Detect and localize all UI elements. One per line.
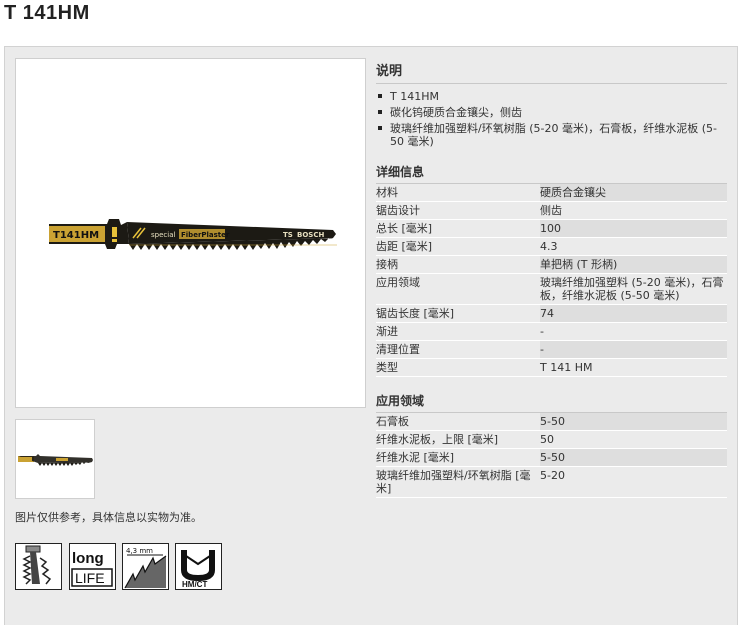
long-life-icon: long LIFE <box>69 543 116 590</box>
page-title: T 141HM <box>4 2 90 24</box>
tooth-pitch-icon: 4,3 mm <box>122 543 169 590</box>
image-disclaimer: 图片仅供参考，具体信息以实物为准。 <box>15 511 202 524</box>
svg-text:4,3 mm: 4,3 mm <box>126 547 153 555</box>
spec-value: 玻璃纤维加强塑料 (5-20 毫米)，石膏板，纤维水泥板 (5-50 毫米) <box>540 276 724 302</box>
spec-key: 石膏板 <box>376 413 540 431</box>
table-row: 石膏板 5-50 <box>376 413 727 431</box>
spec-value: 5-50 <box>540 448 727 467</box>
table-row: 锯齿设计 侧齿 <box>376 202 727 220</box>
table-row: 锯齿长度 [毫米] 74 <box>376 304 727 323</box>
product-main-image[interactable]: T141HM special FiberPlaster TS BOSCH <box>15 58 366 408</box>
spec-key: 类型 <box>376 361 398 374</box>
table-row: 清理位置 - <box>376 340 727 359</box>
spec-key: 齿距 [毫米] <box>376 240 433 253</box>
spec-key: 锯齿设计 <box>376 204 420 217</box>
spec-value: 硬质合金镶尖 <box>540 184 727 202</box>
svg-text:long: long <box>72 550 104 567</box>
spec-key: 接柄 <box>376 255 540 274</box>
description-item: T 141HM <box>376 90 727 103</box>
table-row: 应用领域 玻璃纤维加强塑料 (5-20 毫米)，石膏板，纤维水泥板 (5-50 毫… <box>376 274 727 305</box>
side-set-teeth-icon <box>15 543 62 590</box>
spec-key: 应用领域 <box>376 276 420 289</box>
table-row: 接柄 单把柄 (T 形柄) <box>376 255 727 274</box>
table-row: 渐进 - <box>376 323 727 341</box>
svg-text:FiberPlaster: FiberPlaster <box>181 231 230 239</box>
saw-blade-image: T141HM special FiberPlaster TS BOSCH <box>49 219 337 250</box>
details-heading: 详细信息 <box>376 162 727 184</box>
table-row: 总长 [毫米] 100 <box>376 219 727 238</box>
description-item: 碳化钨硬质合金镶尖，侧齿 <box>376 106 727 119</box>
product-info: 说明 T 141HM 碳化钨硬质合金镶尖，侧齿 玻璃纤维加强塑料/环氧树脂 (5… <box>376 58 727 498</box>
svg-text:TS: TS <box>283 231 293 239</box>
spec-value: 5-20 <box>540 469 565 482</box>
table-row: 材料 硬质合金镶尖 <box>376 184 727 202</box>
svg-text:T141HM: T141HM <box>53 230 99 241</box>
spec-value: 5-50 <box>540 413 727 431</box>
svg-text:HM/CT: HM/CT <box>182 580 207 589</box>
spec-key: 总长 [毫米] <box>376 219 540 238</box>
svg-text:special: special <box>151 231 175 239</box>
spec-value: 50 <box>540 433 554 446</box>
table-row: 玻璃纤维加强塑料/环氧树脂 [毫米] 5-20 <box>376 467 727 498</box>
spec-value: 侧齿 <box>540 204 562 217</box>
applications-table: 石膏板 5-50 纤维水泥板，上限 [毫米] 50 纤维水泥 [毫米] 5-50 玻璃… <box>376 413 727 498</box>
spec-value: - <box>540 340 727 359</box>
product-thumbnail[interactable] <box>15 419 95 499</box>
spec-key: 玻璃纤维加强塑料/环氧树脂 [毫米] <box>376 469 531 495</box>
spec-value: 4.3 <box>540 240 558 253</box>
table-row: 纤维水泥板，上限 [毫米] 50 <box>376 431 727 449</box>
saw-blade-thumbnail-icon <box>18 454 93 466</box>
description-heading: 说明 <box>376 58 727 84</box>
hm-ct-icon: HM/CT <box>175 543 222 590</box>
table-row: 类型 T 141 HM <box>376 359 727 377</box>
spec-key: 纤维水泥板，上限 [毫米] <box>376 433 499 446</box>
applications-heading: 应用领域 <box>376 391 727 413</box>
table-row: 纤维水泥 [毫米] 5-50 <box>376 448 727 467</box>
spec-key: 锯齿长度 [毫米] <box>376 304 540 323</box>
spec-key: 纤维水泥 [毫米] <box>376 448 540 467</box>
description-item: 玻璃纤维加强塑料/环氧树脂 (5-20 毫米)，石膏板，纤维水泥板 (5-50 … <box>376 122 727 148</box>
spec-value: 单把柄 (T 形柄) <box>540 255 727 274</box>
description-list: T 141HM 碳化钨硬质合金镶尖，侧齿 玻璃纤维加强塑料/环氧树脂 (5-20… <box>376 90 727 148</box>
spec-value: 100 <box>540 219 727 238</box>
spec-key: 渐进 <box>376 325 398 338</box>
details-table: 材料 硬质合金镶尖 锯齿设计 侧齿 总长 [毫米] 100 齿距 [毫米] 4.3 接柄… <box>376 184 727 377</box>
spec-value: - <box>540 325 544 338</box>
spec-key: 材料 <box>376 184 540 202</box>
svg-text:LIFE: LIFE <box>75 570 105 586</box>
svg-text:BOSCH: BOSCH <box>297 231 324 239</box>
table-row: 齿距 [毫米] 4.3 <box>376 238 727 256</box>
spec-value: T 141 HM <box>540 361 593 374</box>
spec-key: 清理位置 <box>376 340 540 359</box>
spec-value: 74 <box>540 304 727 323</box>
